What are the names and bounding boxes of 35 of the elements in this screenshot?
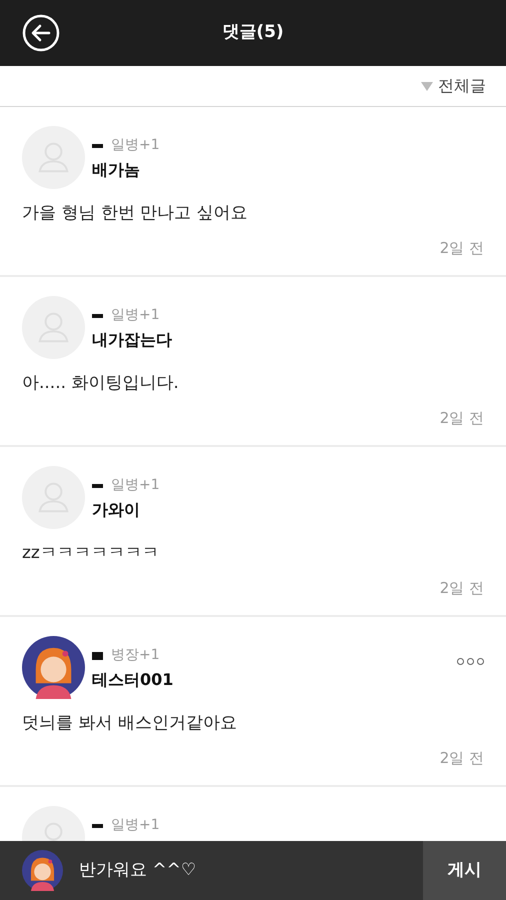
back-icon[interactable] xyxy=(22,14,60,52)
rank-label: 일병+1 xyxy=(111,136,160,155)
comment-time: 2일 전 xyxy=(440,748,484,768)
user-name: 가와이 xyxy=(92,499,141,521)
rank-label: 일병+1 xyxy=(111,306,160,325)
rank-icon xyxy=(92,144,103,148)
rank-icon xyxy=(92,314,103,318)
comment-field[interactable]: 반가워요 ^^♡ xyxy=(0,841,423,900)
filter-dropdown[interactable]: 전체글 xyxy=(421,74,486,98)
avatar xyxy=(22,296,85,359)
user-name: 내가잡는다 xyxy=(92,329,172,351)
rank-label: 일병+1 xyxy=(111,476,160,495)
user-name: 테스터001 xyxy=(92,669,174,691)
avatar xyxy=(22,126,85,189)
comment-input[interactable]: 반가워요 ^^♡ xyxy=(79,858,423,884)
page-title: 댓글(5) xyxy=(222,21,284,44)
post-button[interactable]: 게시 xyxy=(423,841,506,900)
caret-icon xyxy=(421,82,433,90)
comment-text: 아..... 화이팅입니다. xyxy=(22,372,180,395)
comment-text: 가을 형님 한번 만나고 싶어요 xyxy=(22,202,249,225)
comment-time: 2일 전 xyxy=(440,408,484,428)
more-icon[interactable] xyxy=(457,658,484,665)
rank-icon xyxy=(92,824,103,828)
comment-text: 덧늬를 봐서 배스인거같아요 xyxy=(22,712,238,735)
avatar xyxy=(22,850,63,891)
rank-icon xyxy=(92,652,103,660)
rank-icon xyxy=(92,484,103,488)
comment-time: 2일 전 xyxy=(440,238,484,258)
user-name: 배가놈 xyxy=(92,159,141,181)
rank-label: 병장+1 xyxy=(111,646,160,665)
avatar xyxy=(22,636,85,699)
avatar xyxy=(22,466,85,529)
comment-text: zzㅋㅋㅋㅋㅋㅋㅋ xyxy=(22,542,160,565)
comment-time: 2일 전 xyxy=(440,578,484,598)
rank-label: 일병+1 xyxy=(111,816,160,835)
